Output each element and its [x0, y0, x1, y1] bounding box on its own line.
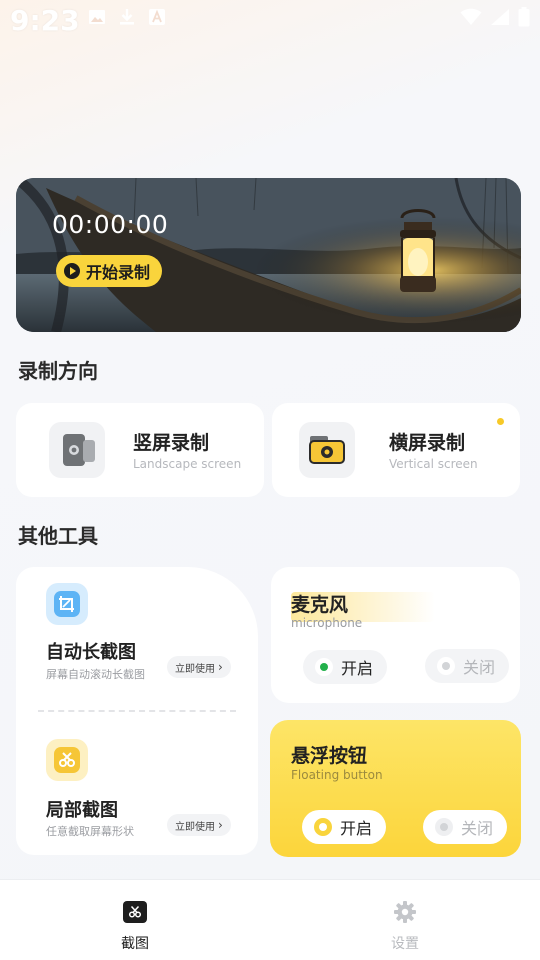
recording-timer: 00:00:00: [52, 210, 169, 239]
battery-icon: [518, 7, 530, 27]
radio-unselected-icon: [435, 818, 453, 836]
start-recording-label: 开始录制: [86, 263, 151, 282]
partial-screenshot-icon: [46, 739, 88, 781]
landscape-recording-title: 横屏录制: [389, 432, 466, 454]
image-icon: [89, 10, 105, 24]
floating-button-subtitle: Floating button: [291, 768, 383, 782]
radio-selected-icon: [315, 658, 333, 676]
floating-button-off-toggle[interactable]: 关闭: [423, 810, 508, 844]
long-screenshot-icon: [46, 583, 88, 625]
landscape-recording-subtitle: Vertical screen: [389, 457, 478, 471]
partial-screenshot-subtitle: 任意截取屏幕形状: [46, 825, 134, 838]
signal-icon: [491, 9, 509, 25]
wifi-icon: [460, 8, 482, 25]
play-icon: [64, 263, 80, 279]
microphone-on-toggle[interactable]: 开启: [303, 650, 388, 684]
screenshot-icon: [123, 901, 147, 923]
use-now-label: 立即使用: [175, 821, 215, 833]
screenshot-tools-card: 自动长截图 屏幕自动滚动长截图 立即使用 › 局部截图 任意截取屏幕形状 立即使…: [16, 567, 258, 855]
portrait-recording-title: 竖屏录制: [133, 432, 210, 454]
start-recording-button[interactable]: 开始录制: [56, 255, 163, 287]
a-icon: [149, 9, 165, 25]
tools-section-title: 其他工具: [18, 524, 98, 548]
long-screenshot-use-button[interactable]: 立即使用 ›: [167, 656, 231, 678]
long-screenshot-subtitle: 屏幕自动滚动长截图: [46, 668, 145, 681]
lantern: [400, 209, 436, 292]
microphone-subtitle: microphone: [291, 616, 363, 630]
chevron-right-icon: ›: [218, 818, 223, 832]
landscape-recording-card[interactable]: 横屏录制 Vertical screen: [272, 403, 520, 497]
orientation-section-title: 录制方向: [18, 359, 98, 383]
status-bar: 9:23: [0, 0, 540, 40]
portrait-phone-icon: [49, 422, 105, 478]
microphone-card: 麦克风 microphone 开启 关闭: [271, 567, 520, 703]
floating-button-card: 悬浮按钮 Floating button 开启 关闭: [270, 720, 521, 857]
floating-button-off-label: 关闭: [461, 819, 494, 838]
partial-screenshot-use-button[interactable]: 立即使用 ›: [167, 814, 231, 836]
chevron-right-icon: ›: [218, 660, 223, 674]
long-screenshot-title: 自动长截图: [46, 642, 136, 663]
download-icon: [120, 9, 134, 25]
gear-icon: [394, 901, 416, 923]
portrait-recording-subtitle: Landscape screen: [133, 457, 242, 471]
new-indicator-dot: [497, 418, 504, 425]
recording-banner: 00:00:00 开始录制: [16, 178, 521, 332]
nav-item-screenshot[interactable]: 截图: [75, 880, 195, 960]
floating-button-on-label: 开启: [340, 819, 373, 838]
status-time: 9:23: [10, 4, 80, 37]
floating-button-on-toggle[interactable]: 开启: [302, 810, 387, 844]
partial-screenshot-title: 局部截图: [46, 800, 118, 821]
divider: [38, 710, 236, 712]
radio-selected-icon: [314, 818, 332, 836]
nav-label-settings: 设置: [391, 936, 419, 952]
radio-unselected-icon: [437, 657, 455, 675]
microphone-title: 麦克风: [291, 594, 349, 616]
use-now-label: 立即使用: [175, 663, 215, 675]
microphone-off-label: 关闭: [463, 658, 496, 677]
landscape-camera-icon: [299, 422, 355, 478]
nav-label-screenshot: 截图: [121, 936, 149, 952]
portrait-recording-card[interactable]: 竖屏录制 Landscape screen: [16, 403, 264, 497]
microphone-off-toggle[interactable]: 关闭: [425, 649, 510, 683]
microphone-on-label: 开启: [341, 659, 374, 678]
floating-button-title: 悬浮按钮: [291, 745, 368, 767]
nav-item-settings[interactable]: 设置: [345, 880, 465, 960]
bottom-navigation: 截图 设置: [0, 879, 540, 960]
